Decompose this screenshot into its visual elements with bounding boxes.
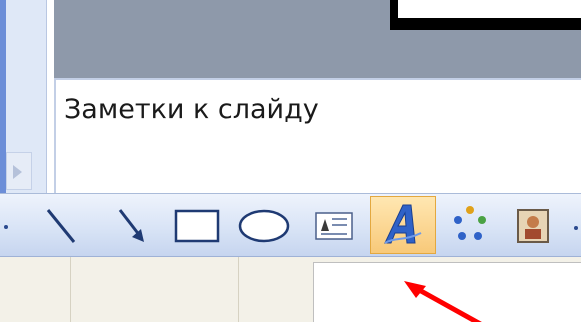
- annotation-arrow: [404, 281, 482, 322]
- powerpoint-window: Заметки к слайду: [0, 0, 581, 322]
